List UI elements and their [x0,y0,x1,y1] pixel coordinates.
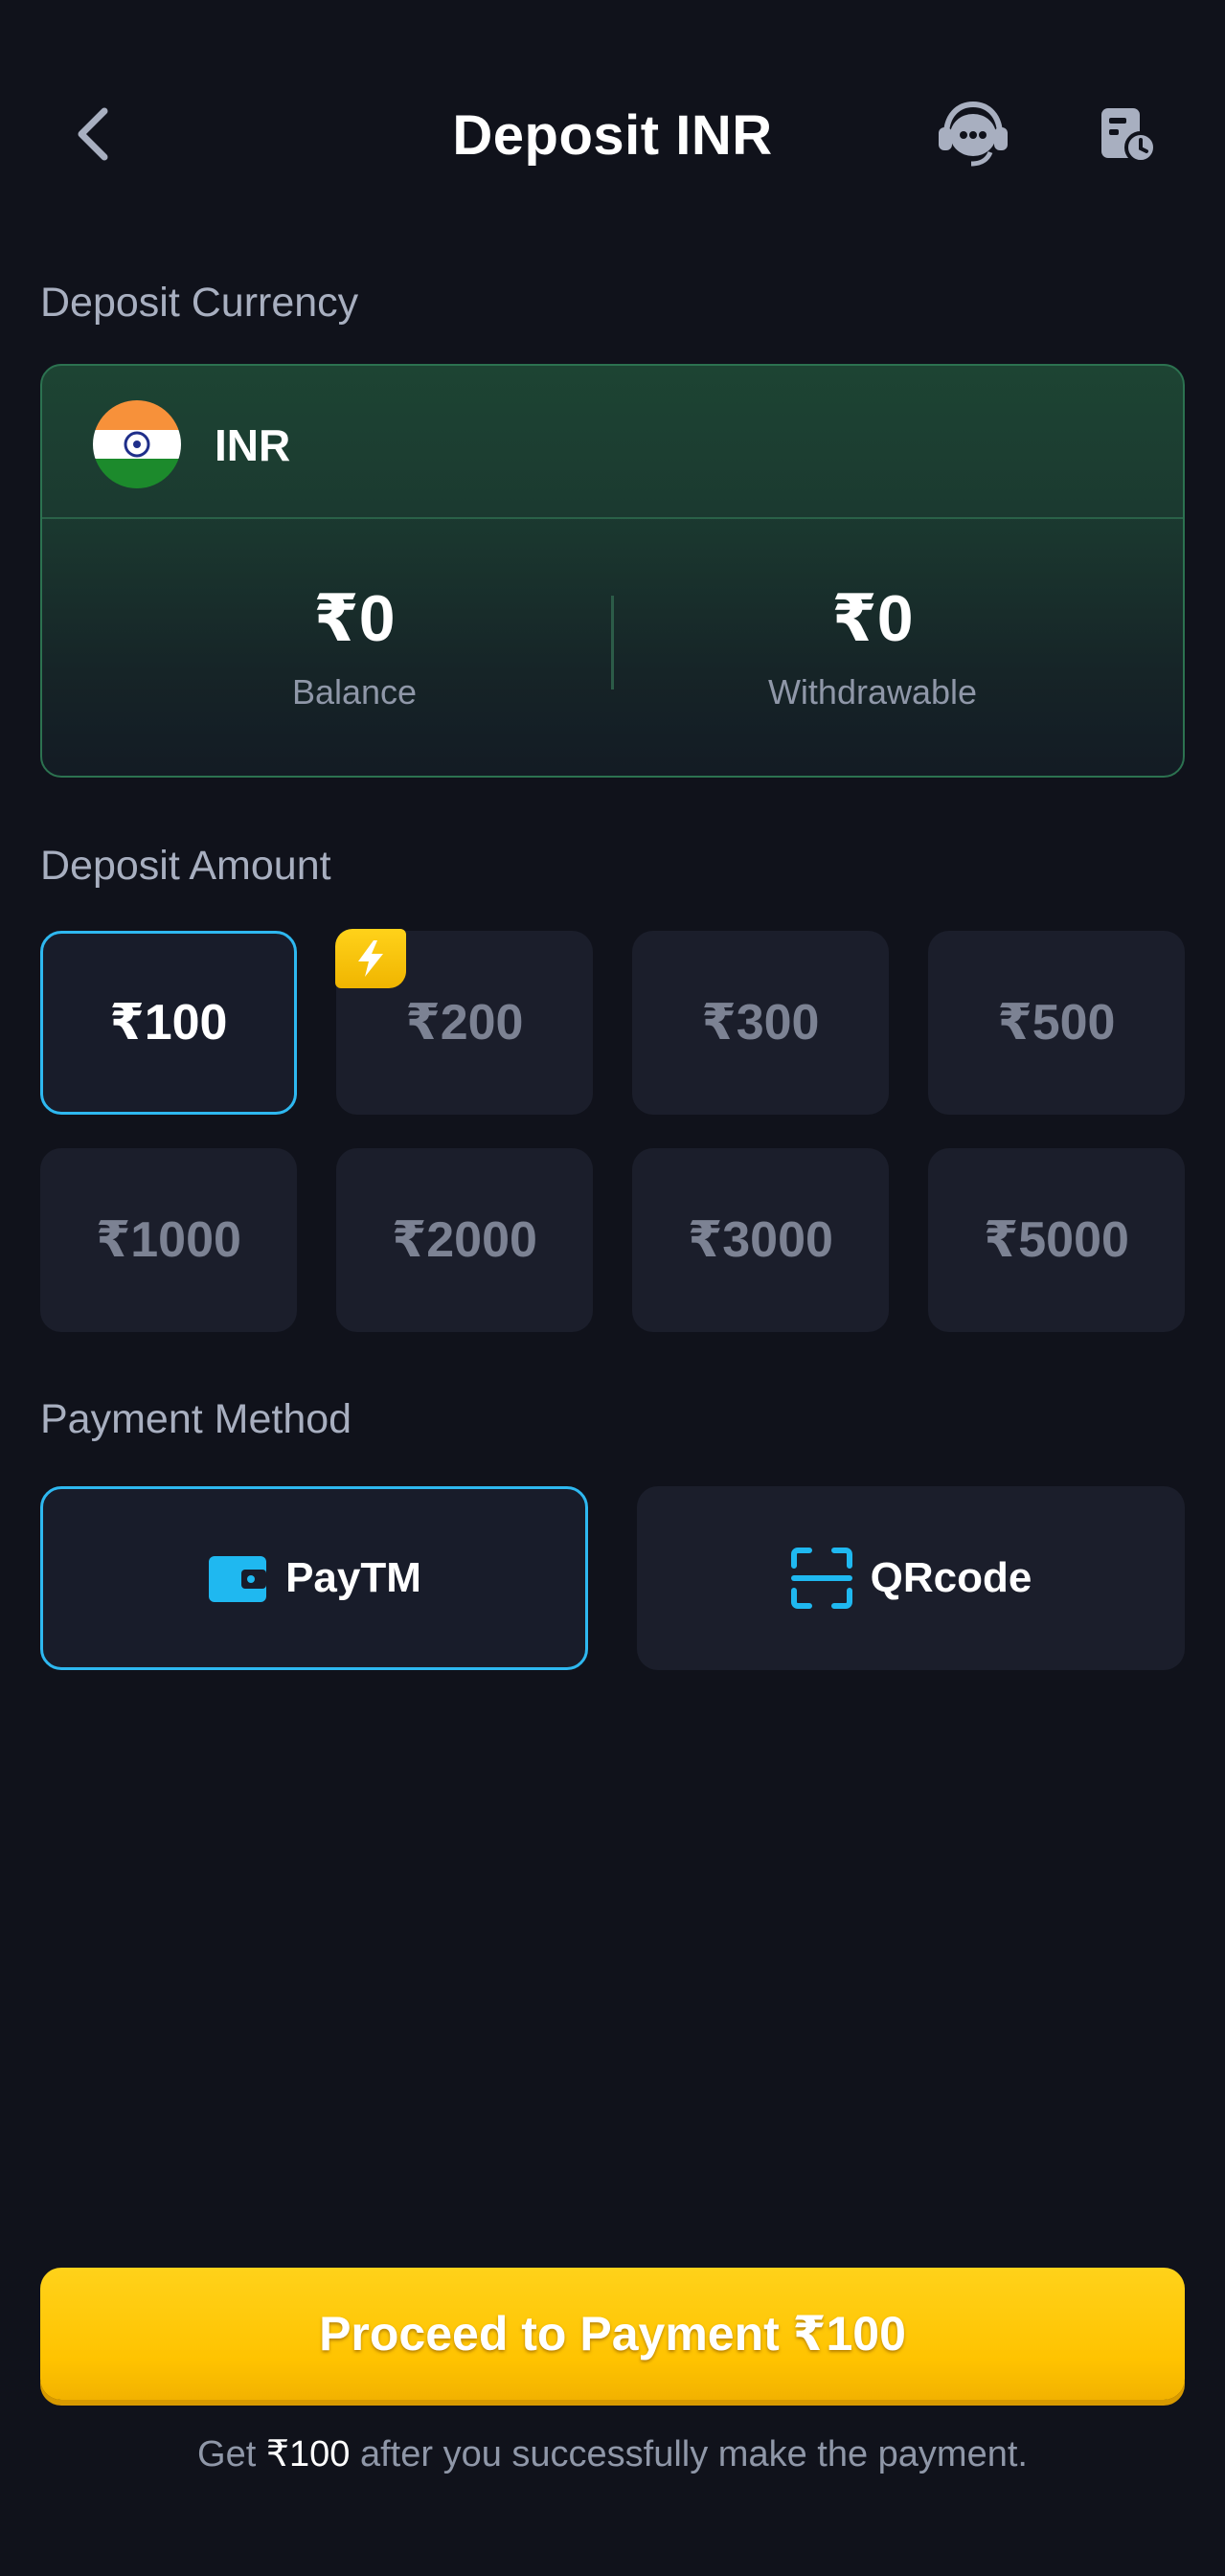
support-button[interactable] [937,101,1009,168]
amount-option-2000[interactable]: ₹2000 [336,1148,593,1332]
amount-option-100[interactable]: ₹100 [40,931,297,1115]
receipt-clock-icon [1101,108,1157,164]
qrcode-label: QRcode [870,1554,1032,1601]
currency-card[interactable]: INR ₹0 Balance ₹0 Withdrawable [40,364,1185,778]
deposit-amount-label: Deposit Amount [40,843,331,889]
india-flag-icon [93,400,181,488]
headset-icon [939,101,1008,167]
withdrawable-label: Withdrawable [767,672,978,712]
amount-option-5000[interactable]: ₹5000 [928,1148,1185,1332]
balance-value: ₹0 [313,582,396,655]
amount-option-500[interactable]: ₹500 [928,931,1185,1115]
deposit-page: Deposit INR Deposit Currency INR ₹0 Bala… [0,0,1225,2576]
proceed-label: Proceed to Payment ₹100 [319,2307,906,2361]
payment-note-amount: ₹100 [265,2434,351,2474]
paytm-label: PayTM [285,1554,421,1601]
payment-note-prefix: Get [197,2434,266,2474]
proceed-to-payment-button[interactable]: Proceed to Payment ₹100 [40,2268,1185,2400]
header: Deposit INR [0,0,1225,268]
qr-scan-icon [790,1548,852,1609]
amount-option-300[interactable]: ₹300 [632,931,889,1115]
amount-option-1000[interactable]: ₹1000 [40,1148,297,1332]
payment-method-label: Payment Method [40,1396,352,1442]
currency-row: INR [42,366,1183,519]
wallet-icon [209,1556,267,1602]
payment-note-suffix: after you successfully make the payment. [350,2434,1028,2474]
withdrawable-value: ₹0 [831,582,914,655]
payment-method-paytm[interactable]: PayTM [40,1486,588,1670]
amount-option-3000[interactable]: ₹3000 [632,1148,889,1332]
bonus-badge [335,929,406,988]
history-button[interactable] [1094,101,1161,168]
currency-code: INR [215,420,291,470]
deposit-currency-label: Deposit Currency [40,280,359,326]
payment-method-qrcode[interactable]: QRcode [637,1486,1185,1670]
lightning-icon [358,940,383,977]
balance-label: Balance [291,672,418,712]
page-title: Deposit INR [452,104,773,167]
balance-block: ₹0 Balance [96,586,613,712]
payment-note: Get ₹100 after you successfully make the… [0,2432,1225,2475]
chevron-left-icon [78,107,108,161]
back-button[interactable] [59,101,126,168]
withdrawable-block: ₹0 Withdrawable [614,586,1131,712]
